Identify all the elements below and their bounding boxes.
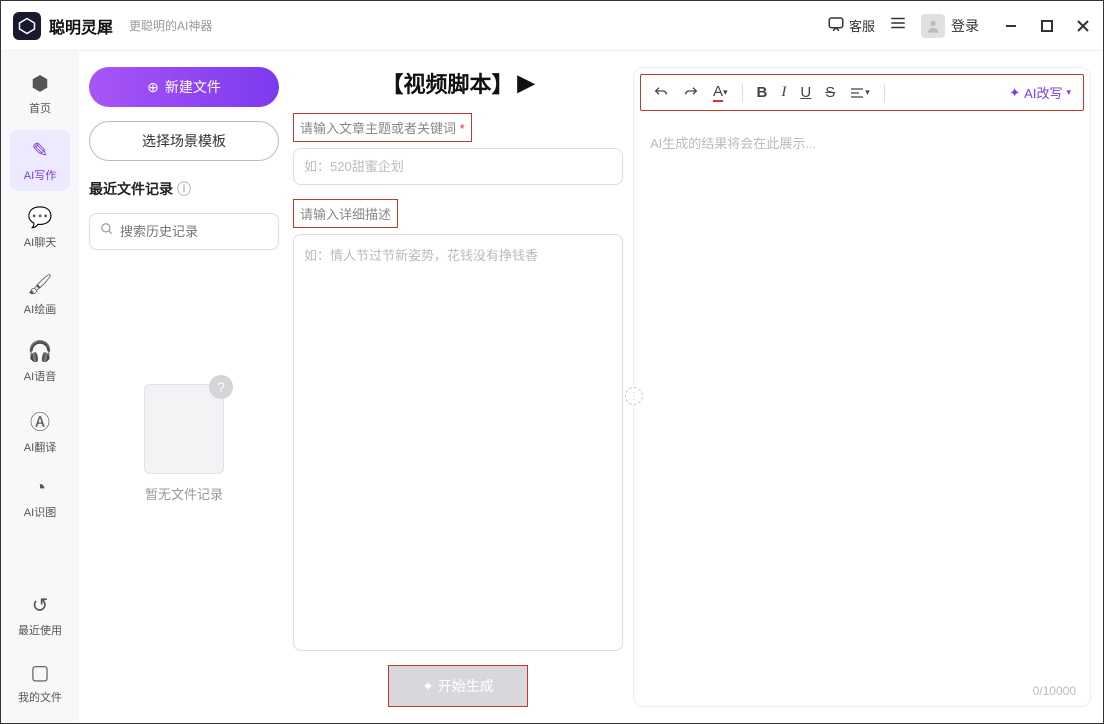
nav-label: AI识图 — [24, 504, 56, 520]
nav-ai-translate[interactable]: Ⓐ AI翻译 — [10, 398, 70, 463]
headphone-icon: 🎧 — [28, 339, 53, 364]
recent-header-text: 最近文件记录 — [89, 179, 173, 199]
nav-ai-draw[interactable]: 🖌 AI绘画 — [10, 264, 70, 325]
output-body[interactable]: AI生成的结果将会在此展示... — [634, 117, 1090, 676]
login-button[interactable]: 登录 — [921, 14, 979, 38]
app-name: 聪明灵犀 — [49, 14, 113, 38]
titlebar: 聪明灵犀 更聪明的AI神器 客服 登录 — [1, 1, 1103, 51]
new-file-label: 新建文件 — [165, 77, 221, 97]
menu-button[interactable] — [889, 14, 907, 37]
topic-input[interactable] — [293, 148, 623, 185]
nav-home[interactable]: ⬢ 首页 — [10, 63, 70, 124]
redo-button[interactable] — [683, 85, 699, 101]
input-column: 【视频脚本】 ▶ 请输入文章主题或者关键词 * 请输入详细描述 ✦ 开始生成 — [293, 67, 623, 707]
ai-rewrite-label: AI改写 — [1024, 83, 1062, 102]
help-icon[interactable]: ⓘ — [177, 179, 191, 199]
image-icon: ◔ — [34, 477, 46, 500]
strikethrough-button[interactable]: S — [825, 84, 835, 101]
nav-ai-writing[interactable]: ✎ AI写作 — [10, 130, 70, 191]
panel-resize-handle[interactable]: ⋮ — [625, 387, 643, 405]
search-input[interactable] — [120, 224, 296, 239]
search-box[interactable] — [89, 213, 279, 250]
nav-label: AI写作 — [24, 167, 56, 183]
pen-icon: ✎ — [32, 138, 49, 163]
plus-icon: ⊕ — [147, 79, 159, 96]
undo-button[interactable] — [653, 85, 669, 101]
sparkle-icon: ✦ — [1009, 85, 1020, 101]
desc-textarea[interactable] — [293, 234, 623, 651]
empty-text: 暂无文件记录 — [145, 484, 223, 503]
support-label: 客服 — [849, 16, 875, 35]
recent-files-header: 最近文件记录 ⓘ — [89, 179, 279, 199]
nav-label: 我的文件 — [18, 689, 62, 705]
avatar-icon — [921, 14, 945, 38]
output-column: A▾ B I U S ▾ ✦ AI改写 ▾ AI生成的结果将会在此展示... 0… — [633, 67, 1091, 707]
minimize-button[interactable] — [1003, 18, 1019, 34]
nav-label: AI聊天 — [24, 234, 56, 250]
desc-label: 请输入详细描述 — [293, 199, 398, 228]
logo: 聪明灵犀 更聪明的AI神器 — [13, 12, 212, 40]
char-counter: 0/10000 — [634, 676, 1090, 706]
brush-icon: 🖌 — [27, 272, 52, 297]
font-color-button[interactable]: A▾ — [713, 83, 728, 102]
chevron-down-icon: ▾ — [1066, 87, 1071, 98]
maximize-button[interactable] — [1039, 18, 1055, 34]
window-controls — [1003, 18, 1091, 34]
nav-label: AI语音 — [24, 368, 56, 384]
play-icon[interactable]: ▶ — [518, 70, 535, 96]
sidebar: ⬢ 首页 ✎ AI写作 💬 AI聊天 🖌 AI绘画 🎧 AI语音 Ⓐ AI翻译 … — [1, 51, 79, 723]
nav-label: AI翻译 — [24, 439, 56, 455]
template-button[interactable]: 选择场景模板 — [89, 121, 279, 161]
file-icon: ▢ — [31, 660, 50, 685]
page-title: 【视频脚本】 ▶ — [293, 67, 623, 99]
app-logo-icon — [13, 12, 41, 40]
titlebar-right: 客服 登录 — [827, 14, 1091, 38]
support-button[interactable]: 客服 — [827, 15, 875, 36]
ai-rewrite-button[interactable]: ✦ AI改写 ▾ — [1009, 83, 1071, 102]
nav-ai-image-rec[interactable]: ◔ AI识图 — [10, 469, 70, 528]
generate-button[interactable]: ✦ 开始生成 — [388, 665, 528, 707]
nav-label: AI绘画 — [24, 301, 56, 317]
topic-label: 请输入文章主题或者关键词 * — [293, 113, 472, 142]
close-button[interactable] — [1075, 18, 1091, 34]
nav-my-files[interactable]: ▢ 我的文件 — [10, 652, 70, 713]
login-label: 登录 — [951, 16, 979, 36]
clock-icon: ↺ — [32, 593, 49, 618]
files-panel: ⊕ 新建文件 选择场景模板 最近文件记录 ⓘ 暂无文件记录 — [79, 51, 289, 723]
app-subtitle: 更聪明的AI神器 — [129, 17, 212, 34]
home-icon: ⬢ — [31, 71, 48, 96]
empty-illustration-icon — [144, 384, 224, 474]
nav-recent[interactable]: ↺ 最近使用 — [10, 585, 70, 646]
nav-ai-chat[interactable]: 💬 AI聊天 — [10, 197, 70, 258]
nav-label: 首页 — [29, 100, 51, 116]
search-icon — [100, 222, 114, 241]
chat-icon: 💬 — [28, 205, 53, 230]
nav-label: 最近使用 — [18, 622, 62, 638]
chat-icon — [827, 15, 845, 36]
new-file-button[interactable]: ⊕ 新建文件 — [89, 67, 279, 107]
editor-toolbar: A▾ B I U S ▾ ✦ AI改写 ▾ — [640, 74, 1084, 111]
align-button[interactable]: ▾ — [849, 85, 870, 101]
translate-icon: Ⓐ — [30, 406, 50, 435]
separator — [884, 84, 885, 102]
italic-button[interactable]: I — [781, 84, 786, 101]
separator — [742, 84, 743, 102]
editor-panel: 【视频脚本】 ▶ 请输入文章主题或者关键词 * 请输入详细描述 ✦ 开始生成 ⋮… — [289, 51, 1103, 723]
underline-button[interactable]: U — [800, 84, 811, 101]
bold-button[interactable]: B — [757, 84, 768, 101]
nav-ai-voice[interactable]: 🎧 AI语音 — [10, 331, 70, 392]
page-title-text: 【视频脚本】 — [382, 67, 514, 99]
main: ⬢ 首页 ✎ AI写作 💬 AI聊天 🖌 AI绘画 🎧 AI语音 Ⓐ AI翻译 … — [1, 51, 1103, 723]
empty-state: 暂无文件记录 — [89, 384, 279, 503]
required-mark: * — [456, 121, 465, 136]
